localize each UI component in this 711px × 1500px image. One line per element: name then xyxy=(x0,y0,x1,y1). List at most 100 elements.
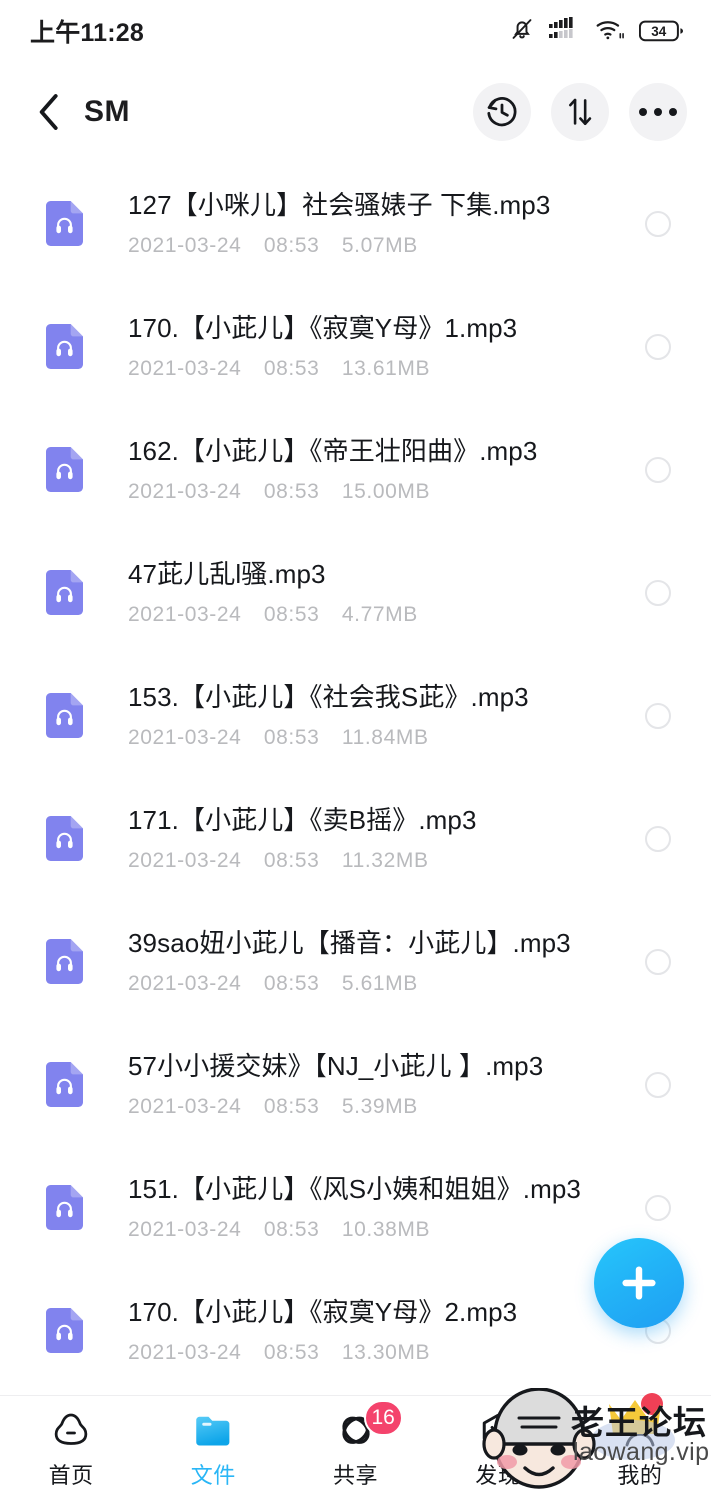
file-subtitle: 2021-03-24 08:53 11.84MB xyxy=(128,725,645,750)
signal-bars-icon xyxy=(549,16,581,46)
file-size: 13.61MB xyxy=(341,356,431,380)
file-date: 2021-03-24 xyxy=(128,1340,242,1364)
history-clock-icon xyxy=(487,97,517,127)
file-row[interactable]: 170.【小茈儿】《寂寞Y母》1.mp3 2021-03-24 08:53 13… xyxy=(0,285,711,408)
sort-button[interactable] xyxy=(551,83,609,141)
wifi-icon xyxy=(595,17,625,46)
file-row[interactable]: 162.【小茈儿】《帝王壮阳曲》.mp3 2021-03-24 08:53 15… xyxy=(0,408,711,531)
add-button[interactable] xyxy=(594,1238,684,1328)
audio-file-icon xyxy=(46,570,83,615)
audio-file-icon xyxy=(46,816,83,861)
file-date: 2021-03-24 xyxy=(128,1217,242,1241)
file-size: 11.32MB xyxy=(341,848,429,872)
file-row[interactable]: 57小小援交妹》【NJ_小茈儿 】.mp3 2021-03-24 08:53 5… xyxy=(0,1023,711,1146)
file-select-circle[interactable] xyxy=(645,948,671,975)
file-select-circle[interactable] xyxy=(645,579,671,606)
file-title: 47茈儿乱l骚.mp3 xyxy=(128,559,326,590)
file-subtitle: 2021-03-24 08:53 5.39MB xyxy=(128,1094,645,1119)
folder-icon xyxy=(191,1408,235,1454)
file-select-circle[interactable] xyxy=(645,1071,671,1098)
status-bar: 上午11:28 34 xyxy=(0,0,711,62)
file-subtitle: 2021-03-24 08:53 5.61MB xyxy=(128,971,645,996)
plus-icon xyxy=(622,1266,656,1300)
nav-item-files[interactable]: 文件 xyxy=(142,1396,284,1500)
file-size: 10.38MB xyxy=(341,1217,431,1241)
file-select-circle[interactable] xyxy=(645,825,671,852)
file-row[interactable]: 39sao妞小茈儿【播音：小茈儿】.mp3 2021-03-24 08:53 5… xyxy=(0,900,711,1023)
history-button[interactable] xyxy=(473,83,531,141)
audio-file-icon xyxy=(46,570,83,615)
nav-label: 发现 xyxy=(475,1463,521,1488)
share-atom-icon: 16 xyxy=(334,1400,403,1454)
audio-file-icon xyxy=(46,816,83,861)
app-bar: SM xyxy=(0,62,711,162)
file-info: 170.【小茈儿】《寂寞Y母》1.mp3 2021-03-24 08:53 13… xyxy=(128,312,645,381)
audio-file-icon xyxy=(46,324,83,369)
file-subtitle: 2021-03-24 08:53 4.77MB xyxy=(128,602,645,627)
page-title: SM xyxy=(84,95,130,128)
nav-item-share[interactable]: 16 共享 xyxy=(284,1396,426,1500)
file-info: 47茈儿乱l骚.mp3 2021-03-24 08:53 4.77MB xyxy=(128,558,645,627)
discover-hexagon-icon xyxy=(476,1408,520,1454)
file-size: 4.77MB xyxy=(341,602,418,626)
audio-file-icon xyxy=(46,1308,83,1353)
file-date: 2021-03-24 xyxy=(128,356,242,380)
file-time: 08:53 xyxy=(263,233,320,257)
app-screen: 上午11:28 34 SM 127【小咪儿】社会骚婊子 下集.mp3 2021-… xyxy=(0,0,711,1500)
profile-icon xyxy=(625,1417,655,1447)
status-icons: 34 xyxy=(509,16,685,47)
file-title: 39sao妞小茈儿【播音：小茈儿】.mp3 xyxy=(128,928,571,959)
nav-label: 文件 xyxy=(190,1463,236,1488)
file-date: 2021-03-24 xyxy=(128,1094,242,1118)
more-button[interactable] xyxy=(629,83,687,141)
file-info: 151.【小茈儿】《风S小姨和姐姐》.mp3 2021-03-24 08:53 … xyxy=(128,1173,645,1242)
file-date: 2021-03-24 xyxy=(128,602,242,626)
file-date: 2021-03-24 xyxy=(128,233,242,257)
file-row[interactable]: 47茈儿乱l骚.mp3 2021-03-24 08:53 4.77MB xyxy=(0,531,711,654)
audio-file-icon xyxy=(46,693,83,738)
file-select-circle[interactable] xyxy=(645,210,671,237)
file-title: 57小小援交妹》【NJ_小茈儿 】.mp3 xyxy=(128,1051,544,1082)
audio-file-icon xyxy=(46,1062,83,1107)
file-select-circle[interactable] xyxy=(645,1194,671,1221)
file-size: 15.00MB xyxy=(341,479,431,503)
file-time: 08:53 xyxy=(263,725,320,749)
file-row[interactable]: 153.【小茈儿】《社会我S茈》.mp3 2021-03-24 08:53 11… xyxy=(0,654,711,777)
file-time: 08:53 xyxy=(263,1217,320,1241)
file-info: 162.【小茈儿】《帝王壮阳曲》.mp3 2021-03-24 08:53 15… xyxy=(128,435,645,504)
nav-item-discover[interactable]: 发现 xyxy=(427,1396,569,1500)
file-select-circle[interactable] xyxy=(645,702,671,729)
audio-file-icon xyxy=(46,693,83,738)
file-row[interactable]: 127【小咪儿】社会骚婊子 下集.mp3 2021-03-24 08:53 5.… xyxy=(0,162,711,285)
battery-level-text: 34 xyxy=(651,24,667,39)
file-time: 08:53 xyxy=(263,479,320,503)
audio-file-icon xyxy=(46,447,83,492)
file-select-circle[interactable] xyxy=(645,333,671,360)
bottom-navigation: 首页 文件 16 共享 发现 我的 xyxy=(0,1395,711,1500)
file-time: 08:53 xyxy=(263,356,320,380)
file-select-circle[interactable] xyxy=(645,456,671,483)
nav-badge: 16 xyxy=(363,1400,403,1436)
nav-label: 我的 xyxy=(617,1463,663,1488)
nav-item-profile[interactable]: 我的 xyxy=(569,1396,711,1500)
file-info: 171.【小茈儿】《卖B摇》.mp3 2021-03-24 08:53 11.3… xyxy=(128,804,645,873)
file-date: 2021-03-24 xyxy=(128,971,242,995)
file-time: 08:53 xyxy=(263,602,320,626)
file-subtitle: 2021-03-24 08:53 15.00MB xyxy=(128,479,645,504)
file-list[interactable]: 127【小咪儿】社会骚婊子 下集.mp3 2021-03-24 08:53 5.… xyxy=(0,162,711,1395)
audio-file-icon xyxy=(46,447,83,492)
file-date: 2021-03-24 xyxy=(128,848,242,872)
audio-file-icon xyxy=(46,1185,83,1230)
home-cloud-icon xyxy=(49,1408,93,1454)
file-subtitle: 2021-03-24 08:53 13.30MB xyxy=(128,1340,645,1365)
file-title: 162.【小茈儿】《帝王壮阳曲》.mp3 xyxy=(128,436,538,467)
audio-file-icon xyxy=(46,1308,83,1353)
file-time: 08:53 xyxy=(263,1340,320,1364)
file-date: 2021-03-24 xyxy=(128,725,242,749)
nav-item-home[interactable]: 首页 xyxy=(0,1396,142,1500)
file-row[interactable]: 171.【小茈儿】《卖B摇》.mp3 2021-03-24 08:53 11.3… xyxy=(0,777,711,900)
file-row[interactable]: 151.【小茈儿】《风S小姨和姐姐》.mp3 2021-03-24 08:53 … xyxy=(0,1146,711,1269)
back-button[interactable] xyxy=(22,85,76,139)
status-time: 上午11:28 xyxy=(30,19,144,47)
file-date: 2021-03-24 xyxy=(128,479,242,503)
